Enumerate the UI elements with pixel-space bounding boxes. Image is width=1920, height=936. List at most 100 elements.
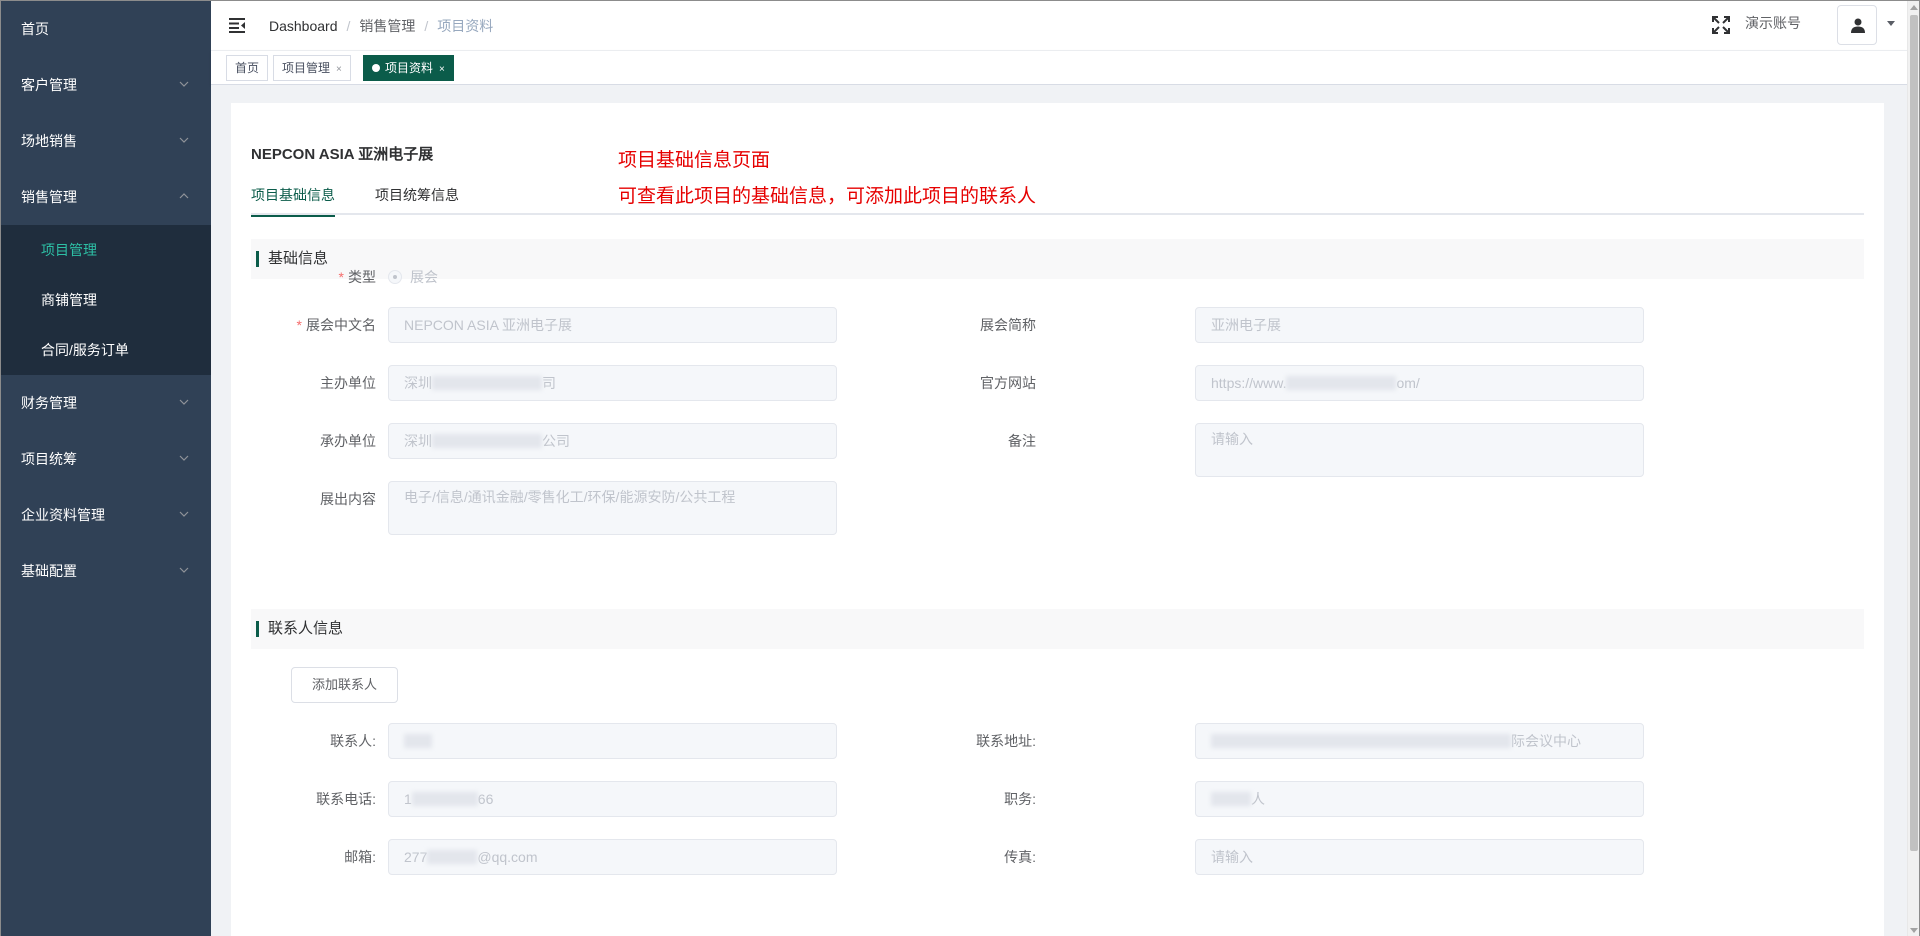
- active-dot-icon: [372, 64, 380, 72]
- tab-coordination-info[interactable]: 项目统筹信息: [375, 175, 459, 215]
- content-label: 展出内容: [320, 491, 376, 507]
- position-suffix: 人: [1251, 791, 1265, 807]
- type-radio[interactable]: 展会: [388, 259, 438, 295]
- tag-label: 项目资料: [385, 61, 434, 75]
- sidebar-item-label: 场地销售: [21, 133, 77, 149]
- email-suffix: @qq.com: [477, 849, 538, 865]
- tag-label: 首页: [235, 61, 260, 75]
- close-icon[interactable]: ×: [439, 64, 445, 75]
- sidebar-item-venue-sales[interactable]: 场地销售: [1, 113, 211, 169]
- sidebar-item-label: 企业资料管理: [21, 507, 105, 523]
- user-icon: [1851, 18, 1865, 33]
- organizer-suffix: 司: [542, 375, 556, 391]
- sidebar-item-label: 客户管理: [21, 77, 77, 93]
- chevron-up-icon: [179, 169, 189, 225]
- fullscreen-icon[interactable]: [1711, 15, 1731, 35]
- phone-field[interactable]: 1 66: [388, 781, 837, 817]
- organizer-prefix: 深圳: [404, 375, 432, 391]
- website-suffix: om/: [1396, 375, 1420, 391]
- sidebar-item-finance[interactable]: 财务管理: [1, 375, 211, 431]
- chevron-down-icon: [179, 375, 189, 431]
- sidebar-item-shop-management[interactable]: 商铺管理: [1, 275, 211, 325]
- address-suffix: 际会议中心: [1511, 733, 1581, 749]
- remark-field[interactable]: 请输入: [1195, 423, 1644, 477]
- sidebar-item-label: 项目统筹: [21, 451, 77, 467]
- breadcrumb-dashboard[interactable]: Dashboard: [269, 18, 338, 34]
- tag-project-data[interactable]: 项目资料 ×: [363, 55, 454, 81]
- address-field[interactable]: 际会议中心: [1195, 723, 1644, 759]
- breadcrumb: Dashboard / 销售管理 / 项目资料: [269, 1, 493, 51]
- position-field[interactable]: 人: [1195, 781, 1644, 817]
- email-prefix: 277: [404, 849, 428, 865]
- type-label: * 类型: [231, 259, 376, 295]
- content-card: NEPCON ASIA 亚洲电子展 项目基础信息页面 可查看此项目的基础信息，可…: [231, 103, 1884, 936]
- section-title: 联系人信息: [268, 620, 344, 637]
- tab-basic-info[interactable]: 项目基础信息: [251, 175, 335, 217]
- breadcrumb-separator: /: [346, 18, 351, 34]
- section-basic-info: 基础信息: [251, 239, 1864, 279]
- scrollbar-thumb[interactable]: [1910, 15, 1918, 851]
- undertaker-suffix: 公司: [542, 433, 570, 449]
- chevron-down-icon: [179, 113, 189, 169]
- short-name-label: 展会简称: [980, 317, 1036, 333]
- redacted-text: [427, 850, 478, 864]
- close-icon[interactable]: ×: [336, 64, 342, 75]
- scroll-up-icon[interactable]: [1910, 5, 1918, 10]
- app-window: 首页 客户管理 场地销售 销售管理 项目管理 商铺管理 合同/服务订单 财务管理…: [0, 0, 1920, 936]
- page-title: NEPCON ASIA 亚洲电子展: [251, 146, 434, 163]
- address-label: 联系地址:: [976, 733, 1036, 749]
- fax-label: 传真:: [1004, 849, 1036, 865]
- sidebar-item-contracts-orders[interactable]: 合同/服务订单: [1, 325, 211, 375]
- cn-name-label-text: 展会中文名: [306, 317, 376, 333]
- sidebar-item-base-config[interactable]: 基础配置: [1, 543, 211, 599]
- main-content: NEPCON ASIA 亚洲电子展 项目基础信息页面 可查看此项目的基础信息，可…: [211, 85, 1909, 936]
- redacted-text: [404, 734, 432, 748]
- tag-label: 项目管理: [282, 61, 331, 75]
- annotation-title: 项目基础信息页面: [618, 149, 771, 171]
- short-name-field[interactable]: 亚洲电子展: [1195, 307, 1644, 343]
- email-field[interactable]: 277 @qq.com: [388, 839, 837, 875]
- sidebar-item-label: 财务管理: [21, 395, 77, 411]
- undertaker-field[interactable]: 深圳 公司: [388, 423, 837, 459]
- fax-field[interactable]: 请输入: [1195, 839, 1644, 875]
- tag-project-management[interactable]: 项目管理 ×: [273, 55, 351, 81]
- website-label: 官方网站: [980, 375, 1036, 391]
- required-mark: *: [296, 317, 302, 333]
- type-radio-label: 展会: [410, 269, 438, 285]
- redacted-text: [1211, 792, 1251, 806]
- add-contact-button[interactable]: 添加联系人: [291, 667, 399, 703]
- sidebar-item-customers[interactable]: 客户管理: [1, 57, 211, 113]
- organizer-field[interactable]: 深圳 司: [388, 365, 837, 401]
- phone-label: 联系电话:: [316, 791, 376, 807]
- scroll-down-icon[interactable]: [1910, 928, 1918, 933]
- sidebar-item-project-management[interactable]: 项目管理: [1, 225, 211, 275]
- hamburger-icon[interactable]: [228, 16, 248, 36]
- breadcrumb-separator: /: [424, 18, 429, 34]
- website-field[interactable]: https://www. om/: [1195, 365, 1644, 401]
- tags-view: 首页 项目管理 × 项目资料 ×: [211, 51, 1909, 85]
- radio-circle-icon: [388, 270, 402, 284]
- undertaker-prefix: 深圳: [404, 433, 432, 449]
- account-name[interactable]: 演示账号: [1745, 1, 1801, 45]
- content-field[interactable]: 电子/信息/通讯金融/零售化工/环保/能源安防/公共工程: [388, 481, 837, 535]
- avatar[interactable]: [1837, 5, 1877, 45]
- cn-name-label: * 展会中文名: [231, 307, 376, 343]
- contact-name-field[interactable]: [388, 723, 837, 759]
- sidebar-item-company-data[interactable]: 企业资料管理: [1, 487, 211, 543]
- phone-prefix: 1: [404, 791, 412, 807]
- sidebar-item-home[interactable]: 首页: [1, 1, 211, 57]
- required-mark: *: [338, 269, 344, 285]
- sales-submenu: 项目管理 商铺管理 合同/服务订单: [1, 225, 211, 375]
- sidebar-item-sales[interactable]: 销售管理: [1, 169, 211, 225]
- organizer-label: 主办单位: [320, 375, 376, 391]
- sidebar-item-project-coordination[interactable]: 项目统筹: [1, 431, 211, 487]
- sidebar-item-label: 销售管理: [21, 189, 77, 205]
- breadcrumb-current: 项目资料: [437, 18, 494, 34]
- cn-name-field[interactable]: NEPCON ASIA 亚洲电子展: [388, 307, 837, 343]
- sidebar-item-label: 基础配置: [21, 563, 77, 579]
- caret-down-icon[interactable]: [1887, 21, 1895, 26]
- vertical-scrollbar[interactable]: [1907, 1, 1919, 936]
- redacted-text: [1211, 734, 1511, 748]
- redacted-text: [1286, 376, 1397, 390]
- tag-home[interactable]: 首页: [226, 55, 269, 81]
